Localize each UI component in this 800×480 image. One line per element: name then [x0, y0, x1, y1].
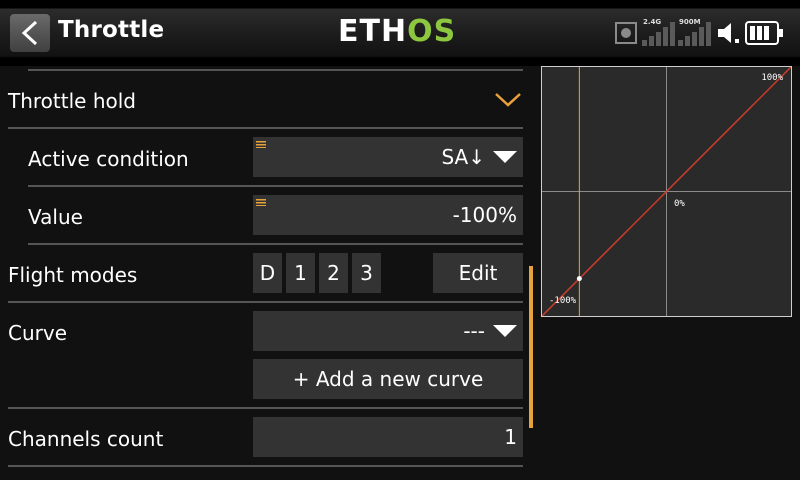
- curve-value: ---: [463, 319, 485, 343]
- divider: [28, 185, 523, 187]
- divider: [8, 301, 523, 303]
- divider: [8, 465, 523, 467]
- curve-select[interactable]: ---: [253, 311, 523, 351]
- chart-min-label: -100%: [549, 296, 577, 306]
- chart-max-label: 100%: [761, 73, 783, 83]
- value-field[interactable]: -100%: [253, 195, 523, 235]
- ethos-logo: ETHOS: [338, 14, 457, 49]
- dropdown-triangle-icon: [493, 151, 517, 163]
- chevron-left-icon: [21, 21, 38, 45]
- divider: [28, 69, 523, 71]
- menu-icon[interactable]: [256, 199, 266, 206]
- active-condition-label: Active condition: [28, 147, 189, 171]
- add-new-curve-button[interactable]: + Add a new curve: [253, 359, 523, 399]
- flight-mode-d[interactable]: D: [253, 253, 282, 293]
- channels-count-label: Channels count: [8, 427, 164, 451]
- back-button[interactable]: [10, 14, 50, 52]
- rf-band-label: 2.4G: [643, 18, 662, 26]
- battery-icon: [745, 21, 783, 45]
- divider: [8, 127, 523, 129]
- divider: [8, 407, 523, 409]
- dropdown-triangle-icon: [493, 325, 517, 337]
- scrollbar[interactable]: [529, 266, 533, 428]
- flight-modes-label: Flight modes: [8, 263, 138, 287]
- edit-flight-modes-button[interactable]: Edit: [433, 253, 523, 293]
- chart-center-label: 0%: [674, 199, 685, 209]
- active-condition-select[interactable]: SA↓: [253, 137, 523, 177]
- flight-mode-3[interactable]: 3: [352, 253, 381, 293]
- menu-icon[interactable]: [256, 141, 266, 148]
- rf-freq-label: 900M: [679, 18, 701, 26]
- throttle-hold-label: Throttle hold: [8, 89, 136, 113]
- divider: [28, 243, 523, 245]
- value-label: Value: [28, 205, 83, 229]
- channels-count-value: 1: [504, 425, 517, 449]
- curve-label: Curve: [8, 321, 68, 345]
- speaker-icon: [718, 23, 739, 43]
- chevron-down-icon[interactable]: [494, 92, 522, 108]
- page-title: Throttle: [58, 17, 165, 43]
- top-bar: Throttle ETHOS 2.4G 900M: [0, 0, 800, 66]
- value-number: -100%: [452, 203, 517, 227]
- curve-preview-chart: 100% 0% -100%: [541, 66, 792, 317]
- active-condition-value: SA↓: [441, 145, 485, 169]
- flight-mode-1[interactable]: 1: [286, 253, 315, 293]
- flight-mode-2[interactable]: 2: [319, 253, 348, 293]
- sim-status-icon: [615, 22, 637, 44]
- chart-svg: [542, 67, 791, 316]
- current-position-point: [576, 276, 582, 282]
- channels-count-field[interactable]: 1: [253, 417, 523, 457]
